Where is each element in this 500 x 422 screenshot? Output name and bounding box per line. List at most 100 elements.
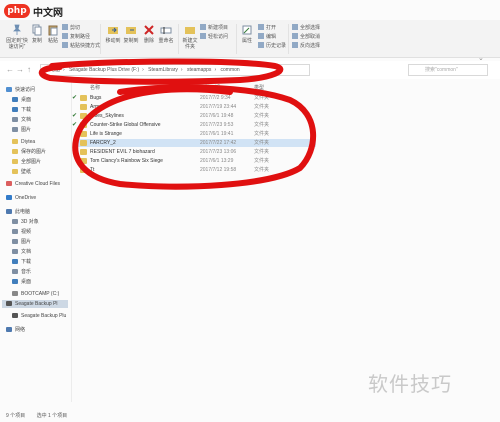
move-to-button[interactable]: 移动到	[104, 24, 122, 44]
column-header-date[interactable]: 修改日期	[200, 84, 220, 92]
network-icon	[6, 327, 12, 332]
sidebar-item-downloads-pc[interactable]: 下载	[12, 258, 31, 266]
breadcrumb-this-pc[interactable]: 此电脑	[45, 67, 60, 73]
file-row[interactable]: ✔ Bugs 2017/7/2 9:34 文件夹	[72, 94, 316, 102]
copy-button[interactable]: 复制	[30, 24, 44, 44]
file-explorer-window: 固定到“快速访问” 复制 粘贴 剪切 复制路径 粘贴快捷方式 移动到 复制到 删…	[0, 0, 500, 422]
file-date: 2017/6/1 13:29	[200, 158, 234, 164]
file-name: Tom Clancy's Rainbow Six Siege	[90, 158, 163, 164]
rename-icon	[160, 27, 172, 34]
breadcrumb-common[interactable]: common	[221, 67, 240, 73]
sidebar-item-label: 下载	[21, 259, 32, 265]
file-row-selected[interactable]: FARCRY_2 2017/7/22 17:42 文件夹	[76, 139, 316, 147]
file-name: Tt	[90, 167, 95, 173]
cloud-icon	[6, 195, 12, 200]
file-type: 文件夹	[254, 167, 270, 173]
sidebar-item-onedrive[interactable]: OneDrive	[6, 194, 36, 202]
check-icon: ✔	[72, 122, 78, 128]
sidebar-item-music[interactable]: 音乐	[12, 268, 31, 276]
cut-button[interactable]: 剪切	[62, 24, 80, 31]
column-header-name[interactable]: 名称	[90, 84, 100, 92]
breadcrumb-steamlibrary[interactable]: SteamLibrary	[148, 67, 178, 73]
desktop-icon	[12, 97, 18, 102]
select-none-button[interactable]: 全部取消	[292, 33, 320, 40]
rename-button[interactable]: 重命名	[158, 24, 174, 44]
sidebar-item-network[interactable]: 网络	[6, 326, 25, 334]
check-icon: ✔	[72, 95, 78, 101]
sidebar-item-saved-pictures[interactable]: 保存的图片	[12, 148, 46, 156]
up-arrow-icon[interactable]: ↑	[27, 65, 31, 74]
new-folder-button[interactable]: 新建文件夹	[182, 24, 198, 50]
ribbon-divider	[236, 24, 237, 54]
file-row[interactable]: RESIDENT EVIL 7 biohazard 2017/7/23 13:06…	[76, 148, 316, 156]
open-button[interactable]: 打开	[258, 24, 276, 31]
sidebar-item-pictures[interactable]: 图片	[12, 126, 31, 134]
navigation-bar: ← → ↑ 此电脑 › Seagate Backup Plus Drive (F:…	[0, 61, 500, 79]
navigation-pane: 快速访问 桌面 下载 文档 图片 Diytea 保存的图片 全部图片 壁纸 Cr…	[0, 82, 72, 392]
sidebar-item-documents-pc[interactable]: 文档	[12, 248, 31, 256]
external-drive-icon	[12, 313, 18, 318]
select-none-label: 全部取消	[300, 34, 321, 40]
sidebar-item-diytea[interactable]: Diytea	[12, 138, 35, 146]
easy-access-button[interactable]: 轻松访问	[200, 33, 228, 40]
edit-button[interactable]: 编辑	[258, 33, 276, 40]
breadcrumb-steamapps[interactable]: steamapps	[187, 67, 211, 73]
edit-label: 编辑	[266, 34, 277, 40]
sidebar-item-documents[interactable]: 文档	[12, 116, 31, 124]
file-name: RESIDENT EVIL 7 biohazard	[90, 149, 155, 155]
column-header-type[interactable]: 类型	[254, 84, 264, 92]
sidebar-item-seagate-selected[interactable]: Seagate Backup Pl	[2, 300, 68, 308]
sidebar-item-creative-cloud[interactable]: Creative Cloud Files	[6, 180, 60, 188]
sidebar-item-all-pictures[interactable]: 全部图片	[12, 158, 41, 166]
address-bar[interactable]: 此电脑 › Seagate Backup Plus Drive (F:) › Ste…	[40, 64, 310, 76]
file-row[interactable]: Tt 2017/7/12 19:58 文件夹	[76, 166, 316, 174]
history-icon	[258, 42, 264, 48]
history-button[interactable]: 历史记录	[258, 42, 286, 49]
copy-to-button[interactable]: 复制到	[122, 24, 140, 44]
new-item-label: 新建项目	[208, 25, 229, 31]
cut-label: 剪切	[70, 25, 81, 31]
sidebar-item-this-pc[interactable]: 此电脑	[6, 208, 30, 216]
chevron-right-icon: ›	[142, 67, 144, 73]
sidebar-item-desktop[interactable]: 桌面	[12, 96, 31, 104]
delete-button[interactable]: 删除	[142, 24, 156, 44]
select-all-button[interactable]: 全部选择	[292, 24, 320, 31]
file-row[interactable]: Arma 3 2017/7/19 23:44 文件夹	[76, 103, 316, 111]
invert-selection-button[interactable]: 反向选择	[292, 42, 320, 49]
sidebar-item-label: 全部图片	[21, 159, 42, 165]
sidebar-item-quick-access[interactable]: 快速访问	[6, 86, 35, 94]
breadcrumb-drive[interactable]: Seagate Backup Plus Drive (F:)	[69, 67, 139, 73]
sidebar-item-bootcamp[interactable]: BOOTCAMP (C:)	[12, 290, 59, 298]
new-item-button[interactable]: 新建项目	[200, 24, 228, 31]
search-input[interactable]: 搜索"common"	[408, 64, 488, 76]
file-name: Cities_Skylines	[90, 113, 124, 119]
sidebar-item-pictures-pc[interactable]: 图片	[12, 238, 31, 246]
paste-shortcut-button[interactable]: 粘贴快捷方式	[62, 42, 100, 49]
cube-icon	[12, 219, 18, 224]
file-row[interactable]: ✔ Counter-Strike Global Offensive 2017/7/2…	[72, 121, 316, 129]
file-row[interactable]: Tom Clancy's Rainbow Six Siege 2017/6/1 1…	[76, 157, 316, 165]
folder-icon	[12, 169, 18, 174]
sidebar-item-seagate[interactable]: Seagate Backup Plu	[12, 312, 66, 320]
copy-folder-icon	[126, 27, 136, 34]
file-row[interactable]: Life is Strange 2017/6/1 19:41 文件夹	[76, 130, 316, 138]
copy-path-button[interactable]: 复制路径	[62, 33, 90, 40]
file-row[interactable]: ✔ Cities_Skylines 2017/6/1 19:48 文件夹	[72, 112, 316, 120]
pin-quick-access-button[interactable]: 固定到“快速访问”	[4, 24, 30, 50]
sidebar-item-downloads[interactable]: 下载	[12, 106, 31, 114]
sidebar-item-videos[interactable]: 视频	[12, 228, 31, 236]
properties-button[interactable]: 属性	[240, 24, 254, 44]
edit-icon	[258, 33, 264, 39]
paste-button[interactable]: 粘贴	[46, 24, 60, 44]
sidebar-item-desktop-pc[interactable]: 桌面	[12, 278, 31, 286]
chevron-right-icon: ›	[180, 67, 183, 73]
back-arrow-icon[interactable]: ←	[6, 65, 14, 74]
sidebar-item-label: OneDrive	[15, 195, 37, 201]
sidebar-item-label: 壁纸	[21, 169, 32, 175]
sidebar-item-3d-objects[interactable]: 3D 对象	[12, 218, 39, 226]
file-name: Life is Strange	[90, 131, 122, 137]
sidebar-item-wallpaper[interactable]: 壁纸	[12, 168, 31, 176]
folder-icon	[12, 139, 18, 144]
forward-arrow-icon[interactable]: →	[16, 65, 24, 74]
path-icon	[62, 33, 68, 39]
